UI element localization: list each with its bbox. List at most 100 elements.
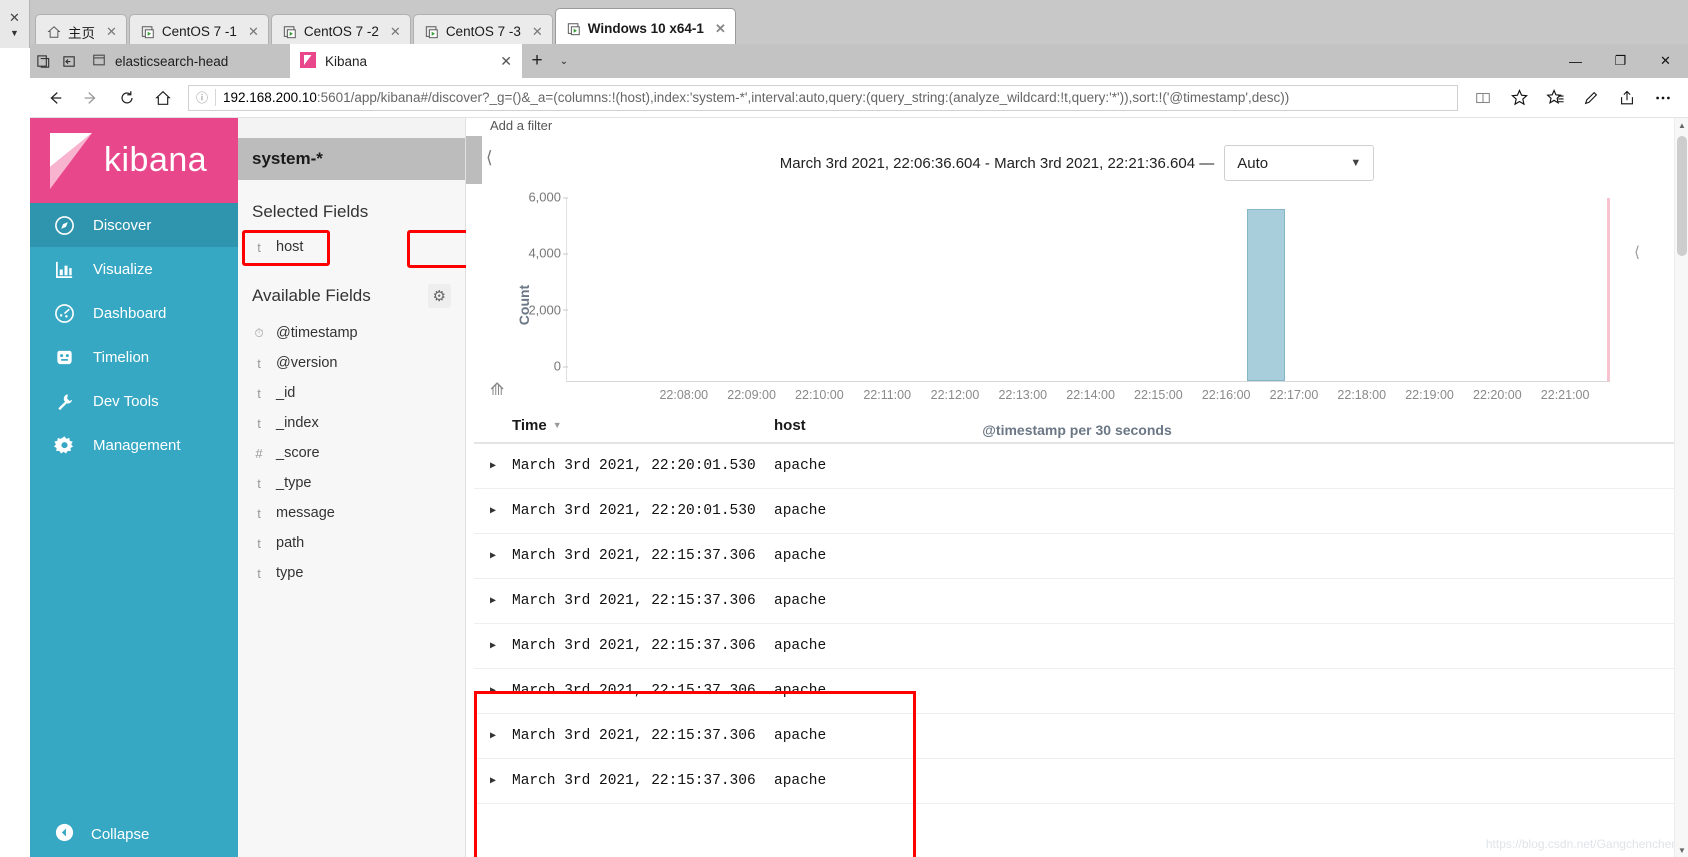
address-bar[interactable]: ⓘ 192.168.200.10:5601/app/kibana#/discov… [188,84,1458,111]
sidebar-item-timelion[interactable]: Timelion [30,335,238,379]
vmware-tab-centos-7-3[interactable]: CentOS 7 -3 ✕ [412,14,553,48]
star-icon[interactable] [1502,81,1536,115]
gear-icon[interactable]: ⚙ [427,284,451,308]
info-icon[interactable]: ⓘ [196,89,208,106]
column-header-host[interactable]: host [774,417,806,434]
favorites-hub-icon[interactable] [1538,81,1572,115]
sidebar-item-dev-tools[interactable]: Dev Tools [30,379,238,423]
sidebar-collapse-handle[interactable] [466,136,482,184]
minimize-button[interactable]: — [1553,44,1598,78]
sidebar-item-discover[interactable]: Discover [30,203,238,247]
vmware-tab-label: CentOS 7 -2 [303,24,379,39]
vmware-dropdown-icon[interactable]: ▼ [10,28,19,38]
close-icon[interactable]: ✕ [248,24,259,40]
scroll-down-icon[interactable]: ▼ [1675,843,1688,857]
expand-row-icon[interactable]: ▶ [474,685,512,697]
sidebar-item-dashboard[interactable]: Dashboard [30,291,238,335]
chevron-left-icon[interactable]: ⟨ [486,148,493,168]
vmware-tab-label: Windows 10 x64-1 [587,21,704,36]
browser-tab-label: elasticsearch-head [115,53,229,69]
selected-field-host[interactable]: t host [238,232,465,262]
available-field-score[interactable]: # _score [238,438,465,468]
expand-row-icon[interactable]: ▶ [474,775,512,787]
sidebar-item-visualize[interactable]: Visualize [30,247,238,291]
close-icon[interactable]: ✕ [106,24,117,40]
available-field-index[interactable]: t _index [238,408,465,438]
chart-plot-area[interactable]: 0 2,000 4,000 6,000 22:08:00 22:09:00 22… [528,190,1610,402]
refresh-icon[interactable] [110,81,144,115]
home-icon[interactable] [146,81,180,115]
tab-preview-icon[interactable] [30,44,56,78]
available-field-id[interactable]: t _id [238,378,465,408]
expand-row-icon[interactable]: ▶ [474,505,512,517]
expand-row-icon[interactable]: ▶ [474,730,512,742]
interval-select[interactable]: Auto ▼ [1224,145,1375,181]
sidebar-item-management[interactable]: Management [30,423,238,467]
expand-row-icon[interactable]: ▶ [474,595,512,607]
table-row[interactable]: ▶ March 3rd 2021, 22:15:37.306 apache [474,669,1688,714]
chart-collapse-handle[interactable]: ⟨ [1628,240,1646,264]
close-button[interactable]: ✕ [1643,44,1688,78]
available-field-type-meta[interactable]: t _type [238,468,465,498]
close-icon[interactable]: ✕ [500,53,512,70]
chevron-up-icon[interactable]: ⟰ [490,380,504,400]
back-arrow-icon[interactable] [38,81,72,115]
maximize-button[interactable]: ❐ [1598,44,1643,78]
expand-row-icon[interactable]: ▶ [474,460,512,472]
filter-bar[interactable]: Add a filter [466,118,1688,130]
scroll-up-icon[interactable]: ▲ [1675,118,1688,132]
vmware-tab-centos-7-1[interactable]: CentOS 7 -1 ✕ [128,14,269,48]
expand-row-icon[interactable]: ▶ [474,550,512,562]
kibana-favicon-icon [300,51,316,71]
field-name: message [276,505,335,521]
close-icon[interactable]: ✕ [532,24,543,40]
field-name: @timestamp [276,325,358,341]
vmware-tab-centos-7-2[interactable]: CentOS 7 -2 ✕ [270,14,411,48]
column-header-time[interactable]: Time ▼ [512,417,774,434]
time-range-label[interactable]: March 3rd 2021, 22:06:36.604 - March 3rd… [780,155,1214,172]
close-icon[interactable]: ✕ [715,21,726,37]
available-field-path[interactable]: t path [238,528,465,558]
forward-arrow-icon[interactable] [74,81,108,115]
scrollbar-thumb[interactable] [1677,136,1687,256]
pen-icon[interactable] [1574,81,1608,115]
sidebar-collapse-button[interactable]: Collapse [30,811,238,857]
share-icon[interactable] [1610,81,1644,115]
table-row[interactable]: ▶ March 3rd 2021, 22:15:37.306 apache [474,534,1688,579]
browser-tab-elasticsearch-head[interactable]: elasticsearch-head [82,44,290,78]
vmware-close-icon[interactable]: ✕ [9,11,20,24]
available-field-version[interactable]: t @version [238,348,465,378]
table-row[interactable]: ▶ March 3rd 2021, 22:20:01.530 apache [474,489,1688,534]
field-panel-top-spacer [238,118,465,138]
histogram-bar[interactable] [1247,209,1285,381]
table-row[interactable]: ▶ March 3rd 2021, 22:15:37.306 apache [474,624,1688,669]
sort-desc-icon[interactable]: ▼ [553,420,562,430]
book-icon[interactable] [1466,81,1500,115]
vm-icon [141,25,155,39]
histogram-chart: Count 0 2,000 4,000 6,000 22:08:00 22:09… [500,190,1660,420]
vmware-tab-windows-10-x64-1[interactable]: Windows 10 x64-1 ✕ [554,8,736,48]
set-tabs-aside-icon[interactable] [56,44,82,78]
table-row[interactable]: ▶ March 3rd 2021, 22:15:37.306 apache [474,579,1688,624]
field-type-icon: t [257,355,261,371]
browser-window: elasticsearch-head Kibana ✕ + ⌄ — ❐ ✕ ⓘ … [30,44,1688,857]
new-tab-button[interactable]: + [522,44,552,78]
table-row[interactable]: ▶ March 3rd 2021, 22:15:37.306 apache [474,714,1688,759]
available-field-type[interactable]: t type [238,558,465,588]
browser-tab-kibana[interactable]: Kibana ✕ [290,44,522,78]
table-row[interactable]: ▶ March 3rd 2021, 22:20:01.530 apache [474,444,1688,489]
sidebar-item-label: Timelion [93,348,150,366]
screen: ✕ ▼ 主页 ✕ CentOS 7 -1 ✕ CentOS 7 -2 ✕ Cen… [0,0,1688,857]
available-field-timestamp[interactable]: ⏱ @timestamp [238,318,465,348]
available-field-message[interactable]: t message [238,498,465,528]
table-row[interactable]: ▶ March 3rd 2021, 22:15:37.306 apache [474,759,1688,804]
selected-fields-label: Selected Fields [252,202,369,221]
expand-row-icon[interactable]: ▶ [474,640,512,652]
vmware-tab-home[interactable]: 主页 ✕ [35,14,127,48]
ellipsis-icon[interactable] [1646,81,1680,115]
vmware-sidebar-controls[interactable]: ✕ ▼ [0,0,30,48]
chevron-down-icon[interactable]: ⌄ [552,44,576,78]
page-scrollbar[interactable]: ▲ ▼ [1674,118,1688,857]
index-pattern-selector[interactable]: system-* [238,138,465,180]
close-icon[interactable]: ✕ [390,24,401,40]
